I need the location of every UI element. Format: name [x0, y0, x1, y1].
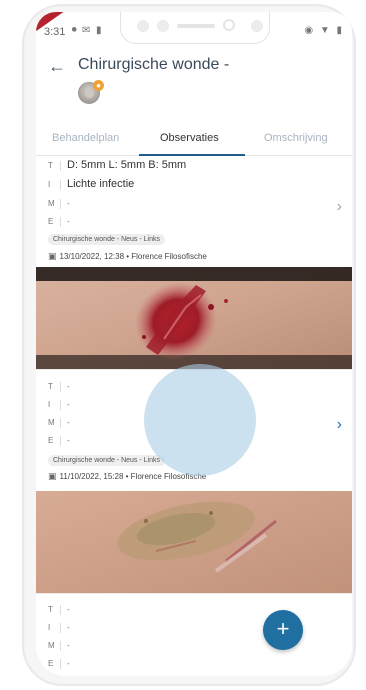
row-separator — [60, 400, 61, 410]
wound-photo-image — [36, 267, 352, 369]
row-value: - — [67, 418, 70, 428]
chevron-right-icon[interactable]: › — [337, 416, 342, 434]
row-separator — [60, 623, 61, 633]
row-separator — [60, 436, 61, 446]
row-value: - — [67, 623, 70, 633]
obs-row-i: I- — [48, 623, 70, 633]
row-value: - — [67, 436, 70, 446]
wound-tag: Chirurgische wonde - Neus - Links — [48, 455, 165, 466]
wound-tag: Chirurgische wonde - Neus - Links — [48, 234, 165, 245]
row-letter: M — [48, 641, 55, 651]
row-value: D: 5mm L: 5mm B: 5mm — [67, 159, 187, 171]
row-letter: I — [48, 623, 51, 633]
row-separator — [60, 160, 61, 171]
row-letter: E — [48, 436, 54, 446]
active-tab-indicator — [139, 154, 245, 156]
add-observation-button[interactable]: + — [263, 610, 303, 650]
row-value: Lichte infectie — [67, 178, 135, 190]
row-letter: M — [48, 199, 55, 209]
obs-row-m: M- — [48, 641, 70, 651]
row-separator — [60, 217, 61, 227]
front-camera-icon — [223, 19, 235, 31]
row-letter: M — [48, 418, 55, 428]
chevron-right-icon[interactable]: › — [337, 198, 342, 216]
sensor-icon — [157, 20, 169, 32]
observation-meta: ▣ 13/10/2022, 12:38 • Florence Filosofisc… — [48, 251, 207, 262]
obs-row-t: T D: 5mm L: 5mm B: 5mm — [48, 159, 186, 171]
row-letter: E — [48, 217, 54, 227]
row-separator — [60, 418, 61, 428]
patient-avatar[interactable]: ● — [78, 80, 104, 104]
obs-row-e: E- — [48, 659, 70, 669]
obs-row-m: M- — [48, 418, 70, 428]
signal-battery-icon: ◉ ▼ ▮ — [304, 25, 344, 36]
tab-observaties[interactable]: Observaties — [160, 132, 219, 144]
row-separator — [60, 382, 61, 392]
plus-icon: + — [276, 616, 290, 641]
row-letter: T — [48, 161, 53, 170]
row-separator — [60, 199, 61, 209]
sensor-icon — [137, 20, 149, 32]
row-value: - — [67, 217, 70, 227]
row-separator — [60, 659, 61, 669]
wound-photo-image — [36, 491, 352, 593]
row-value: - — [67, 659, 70, 669]
avatar-badge-icon: ● — [93, 80, 104, 91]
obs-row-e: E- — [48, 436, 70, 446]
wound-photo[interactable] — [36, 491, 352, 593]
row-letter: I — [48, 180, 51, 189]
tab-behandelplan[interactable]: Behandelplan — [52, 132, 119, 144]
camera-notch — [120, 12, 270, 44]
row-separator — [60, 179, 61, 190]
meta-text: 13/10/2022, 12:38 • Florence Filosofisch… — [59, 252, 207, 261]
obs-row-t: T- — [48, 382, 70, 392]
obs-row-e: E- — [48, 217, 70, 227]
tab-omschrijving[interactable]: Omschrijving — [264, 132, 328, 144]
speaker-icon — [177, 24, 215, 28]
notification-icon: ⚫ — [70, 25, 79, 36]
camera-icon: ▣ — [48, 251, 57, 261]
sensor-icon — [251, 20, 263, 32]
row-value: - — [67, 199, 70, 209]
row-separator — [60, 605, 61, 615]
row-value: - — [67, 400, 70, 410]
obs-row-i: I- — [48, 400, 70, 410]
tab-bar: Behandelplan Observaties Omschrijving — [36, 122, 352, 156]
obs-row-i: I Lichte infectie — [48, 178, 134, 190]
row-letter: T — [48, 382, 53, 392]
page-title: Chirurgische wonde - — [78, 56, 230, 73]
wound-photo[interactable] — [36, 267, 352, 369]
camera-icon: ▣ — [48, 471, 57, 481]
row-letter: I — [48, 400, 51, 410]
row-separator — [60, 641, 61, 651]
obs-row-t: T- — [48, 605, 70, 615]
row-value: - — [67, 382, 70, 392]
card-divider — [36, 593, 352, 594]
obs-row-m: M- — [48, 199, 70, 209]
row-letter: E — [48, 659, 54, 669]
row-letter: T — [48, 605, 53, 615]
row-value: - — [67, 605, 70, 615]
row-value: - — [67, 641, 70, 651]
app-screen: 3:31 ⚫ ✉ ▮ ◉ ▼ ▮ ← Chirurgische wonde - … — [36, 12, 352, 676]
mail-icon: ✉ — [82, 25, 91, 36]
back-arrow-icon[interactable]: ← — [48, 56, 66, 77]
touch-indicator — [144, 364, 256, 476]
status-time: 3:31 — [44, 26, 66, 38]
sim-icon: ▮ — [96, 25, 102, 36]
app-bar: ← Chirurgische wonde - ● — [36, 44, 352, 122]
avatar-face — [85, 89, 94, 98]
